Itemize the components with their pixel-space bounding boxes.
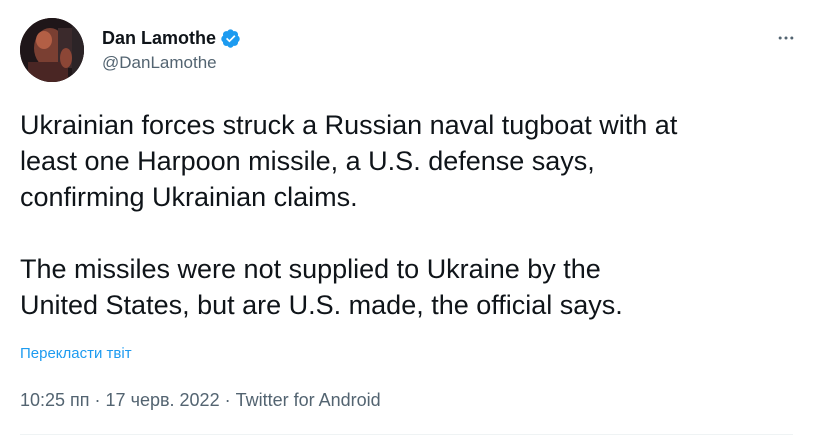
more-options-icon[interactable] (772, 24, 800, 52)
translate-tweet-link[interactable]: Перекласти твіт (20, 345, 132, 362)
meta-separator: · (224, 390, 231, 410)
tweet-card: Dan Lamothe @DanLamothe Ukrainian forces… (0, 0, 813, 438)
tweet-paragraph: Ukrainian forces struck a Russian naval … (20, 110, 678, 212)
tweet-date[interactable]: 17 черв. 2022 (106, 390, 220, 411)
avatar[interactable] (20, 18, 84, 82)
tweet-paragraph: The missiles were not supplied to Ukrain… (20, 254, 623, 320)
verified-badge-icon (220, 28, 241, 49)
meta-separator: · (94, 390, 101, 410)
author-name-row[interactable]: Dan Lamothe (102, 26, 241, 50)
author-name[interactable]: Dan Lamothe (102, 28, 216, 49)
tweet-source[interactable]: Twitter for Android (236, 390, 381, 411)
avatar-photo (20, 18, 84, 82)
tweet-time[interactable]: 10:25 пп (20, 390, 90, 411)
author-handle[interactable]: @DanLamothe (102, 53, 217, 73)
tweet-text: Ukrainian forces struck a Russian naval … (20, 107, 810, 323)
divider (20, 434, 793, 435)
tweet-metadata: 10:25 пп · 17 черв. 2022 · Twitter for A… (20, 390, 381, 411)
